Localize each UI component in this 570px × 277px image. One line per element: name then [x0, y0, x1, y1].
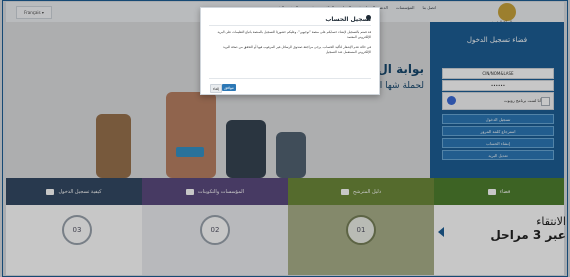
dialog-title: تسجيل الحساب [325, 16, 371, 23]
ok-button[interactable]: موافق [222, 84, 236, 91]
page-frame: Français ▾ الصفحة الرئيسية تقديم المواعي… [0, 0, 570, 277]
dialog-text: قد قمتم بالتسجيل لإنشاء حسابكم على منصة … [217, 30, 371, 39]
dialog-text: في حالة عدم الإشعار لتأكيد الحساب، يرجى … [223, 45, 371, 54]
dialog-divider [209, 25, 371, 26]
dialog-divider [209, 78, 371, 79]
account-dialog: تسجيل الحساب قد قمتم بالتسجيل لإنشاء حسا… [200, 7, 380, 95]
cancel-button[interactable]: إلغاء [210, 84, 222, 93]
